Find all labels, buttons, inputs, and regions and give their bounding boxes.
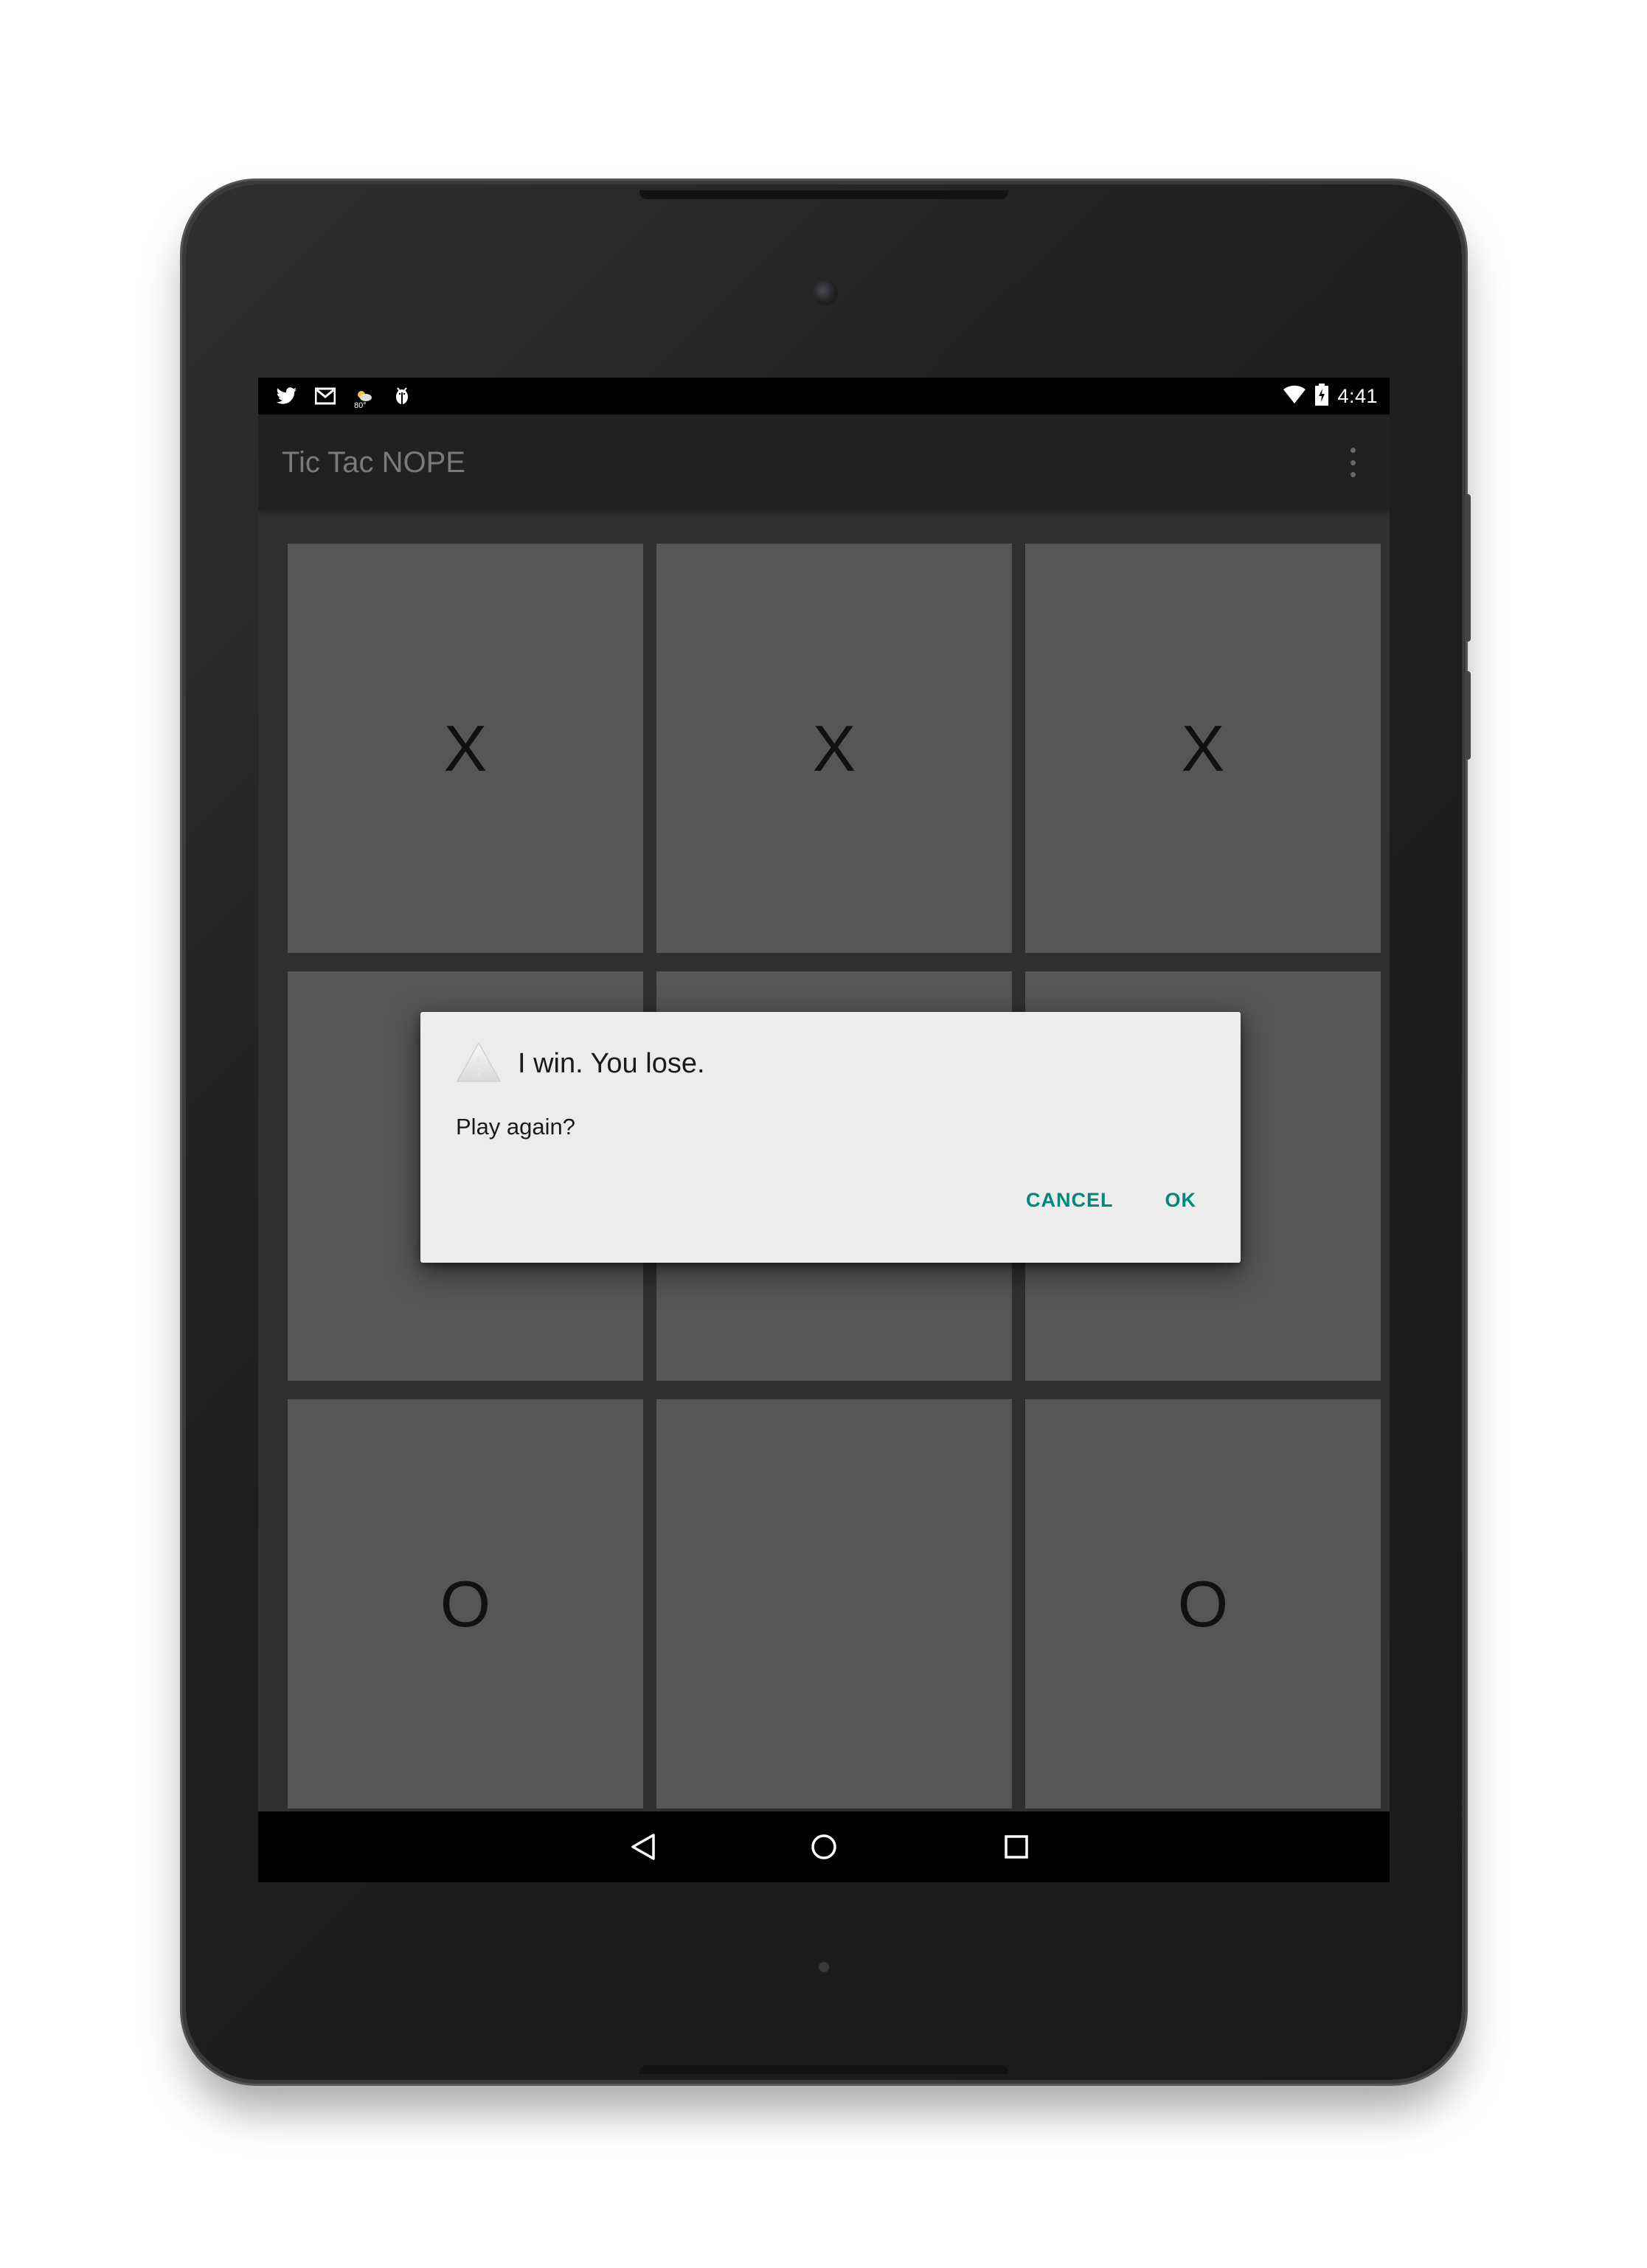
app-title: Tic Tac NOPE	[282, 446, 465, 479]
cancel-button[interactable]: CANCEL	[1026, 1189, 1114, 1212]
board-cell-1[interactable]: X	[288, 544, 643, 953]
dialog-button-row: CANCEL OK	[1026, 1189, 1196, 1212]
clock: 4:41	[1337, 384, 1378, 407]
twitter-icon	[276, 385, 298, 407]
board-cell-8[interactable]	[656, 1399, 1012, 1808]
game-over-dialog: I win. You lose. Play again? CANCEL OK	[420, 1012, 1241, 1263]
dialog-title: I win. You lose.	[518, 1047, 705, 1079]
volume-button	[1465, 494, 1471, 642]
board-cell-2[interactable]: X	[656, 544, 1012, 953]
weather-temperature: 80°	[354, 401, 367, 410]
home-icon[interactable]	[802, 1825, 846, 1869]
weather-icon: 80°	[353, 385, 375, 410]
power-button	[1465, 671, 1471, 760]
status-bar: 80° 4:41	[258, 378, 1390, 415]
board-cell-9[interactable]: O	[1025, 1399, 1381, 1808]
wifi-icon	[1283, 385, 1306, 408]
speaker-grill-top	[639, 190, 1008, 199]
gmail-icon	[314, 385, 336, 407]
back-icon[interactable]	[621, 1825, 665, 1869]
dialog-message: Play again?	[456, 1114, 576, 1140]
android-debug-icon	[391, 385, 413, 407]
warning-icon	[454, 1040, 503, 1088]
board-cell-7[interactable]: O	[288, 1399, 643, 1808]
front-camera	[813, 280, 838, 305]
stage: 80° 4:41 Tic Tac NOPE X X X O O I win. Y…	[0, 0, 1647, 2268]
action-bar: Tic Tac NOPE	[258, 415, 1390, 510]
notification-led	[819, 1962, 829, 1972]
notification-icons: 80°	[276, 384, 413, 410]
dialog-header: I win. You lose.	[454, 1037, 705, 1090]
speaker-grill-bottom	[639, 2065, 1008, 2074]
recents-icon[interactable]	[994, 1825, 1039, 1869]
ok-button[interactable]: OK	[1165, 1189, 1197, 1212]
status-right: 4:41	[1283, 383, 1378, 409]
navigation-bar	[258, 1811, 1390, 1882]
board-cell-3[interactable]: X	[1025, 544, 1381, 953]
overflow-menu-icon[interactable]	[1345, 448, 1360, 477]
battery-charging-icon	[1315, 383, 1329, 409]
